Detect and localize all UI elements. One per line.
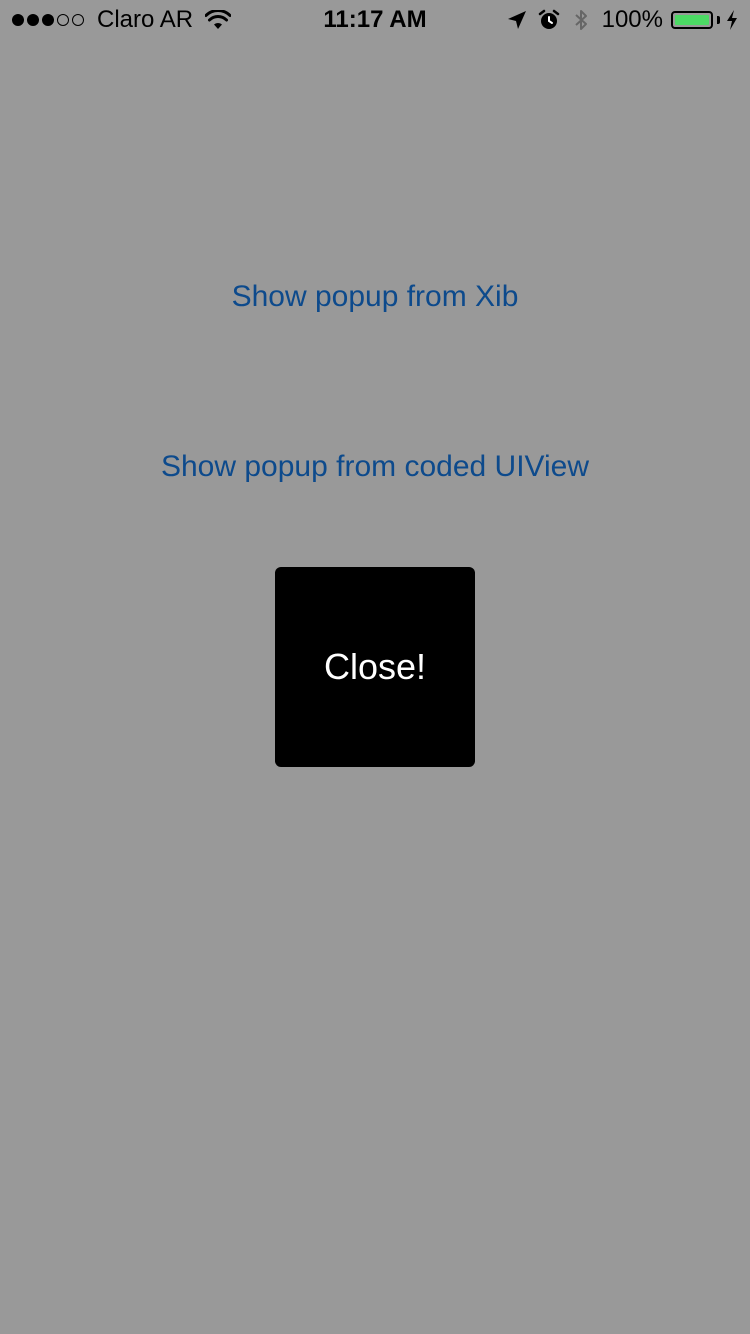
battery-icon xyxy=(671,11,713,29)
battery-level xyxy=(675,15,709,25)
location-arrow-icon xyxy=(507,11,526,29)
battery-tip xyxy=(717,16,720,24)
show-popup-coded-button[interactable]: Show popup from coded UIView xyxy=(0,450,750,484)
popup-view[interactable]: Close! xyxy=(275,567,475,767)
status-bar: Claro AR 11:17 AM 100% xyxy=(0,0,750,40)
show-popup-xib-button[interactable]: Show popup from Xib xyxy=(0,280,750,314)
charging-bolt-icon xyxy=(727,10,737,30)
close-button-label[interactable]: Close! xyxy=(324,646,426,688)
alarm-clock-icon xyxy=(538,9,559,29)
battery-percentage: 100% xyxy=(601,6,663,33)
bluetooth-icon xyxy=(574,10,587,30)
status-right: 100% xyxy=(506,0,738,40)
